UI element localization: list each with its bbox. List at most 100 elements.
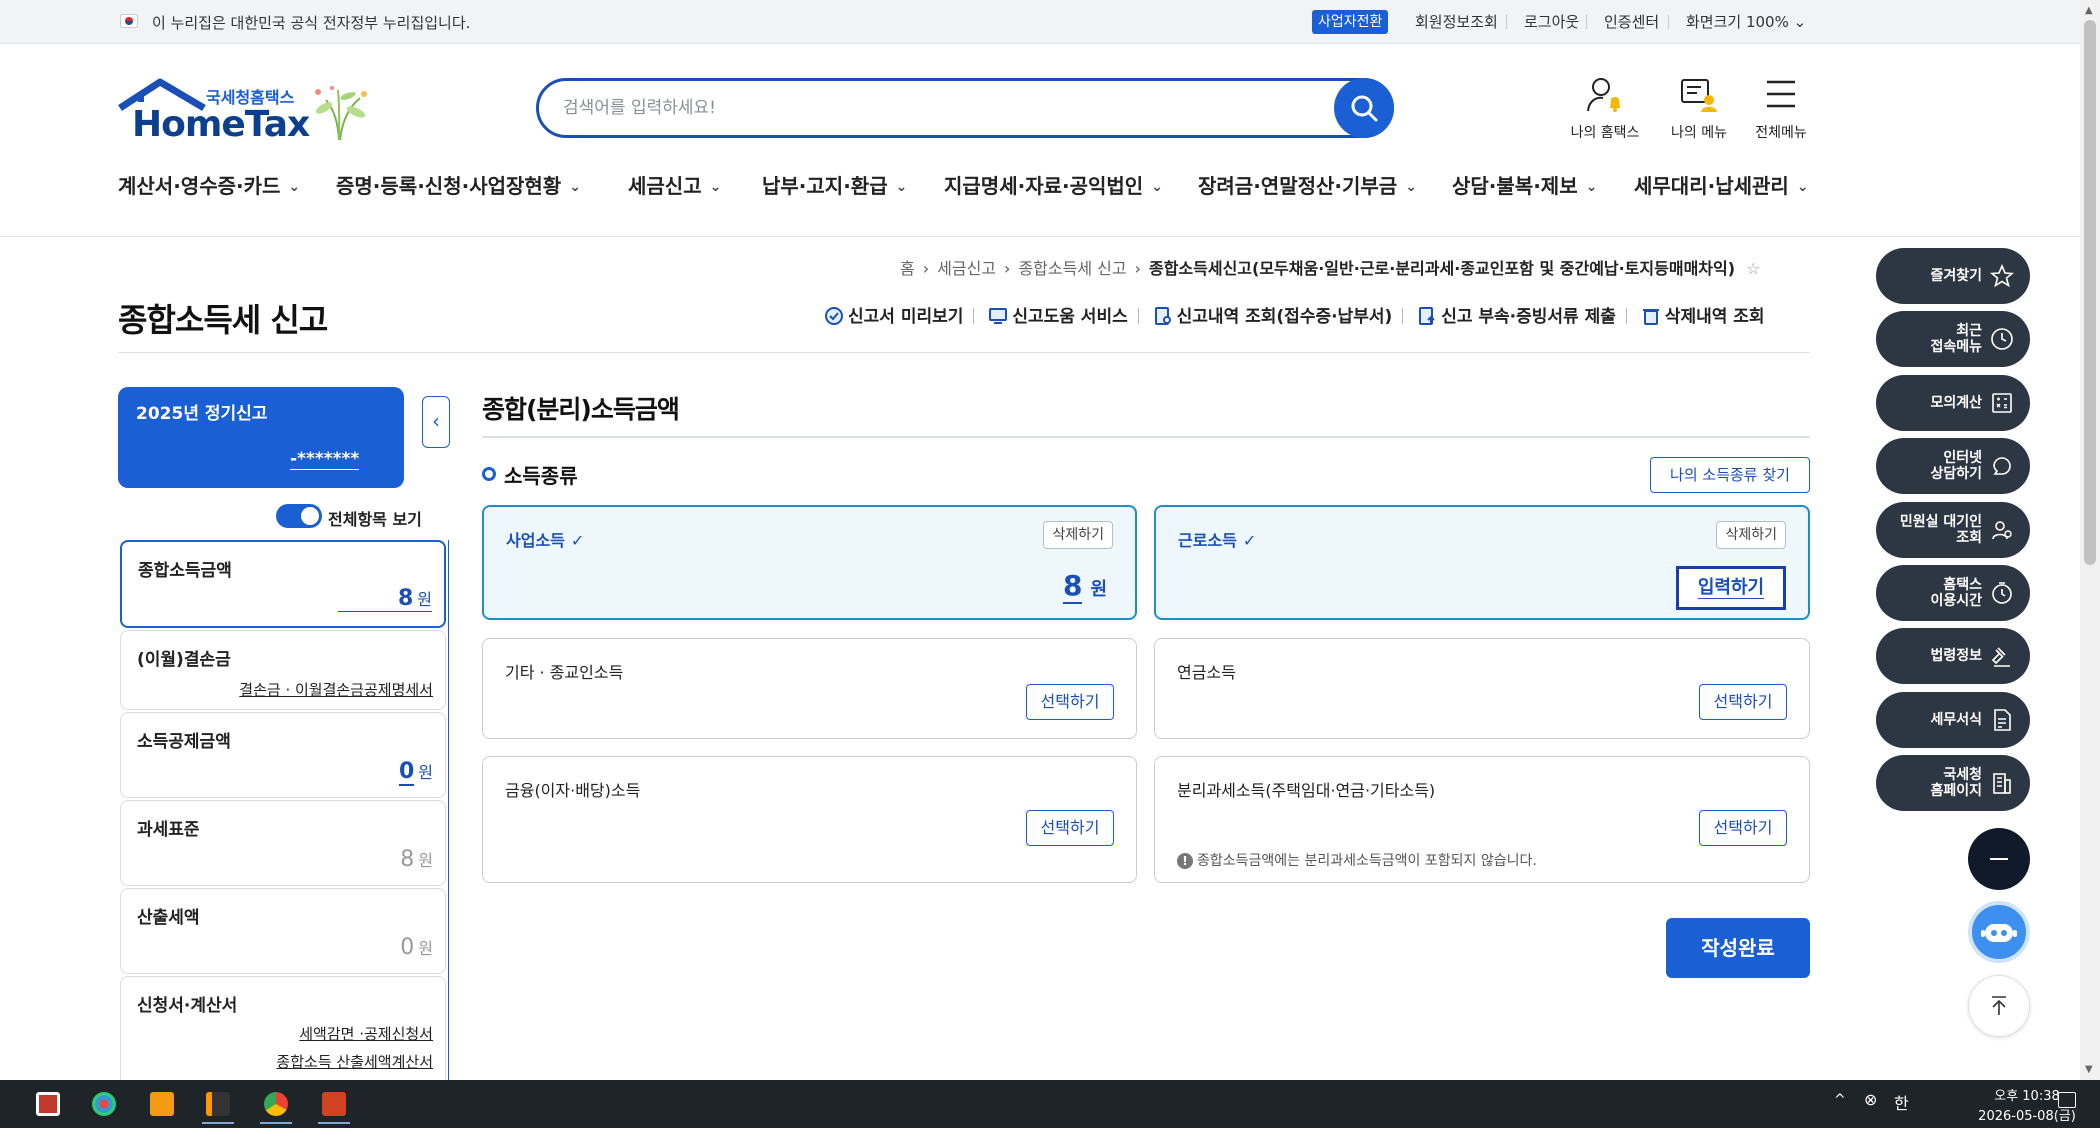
quick-label: 모의계산 (1930, 395, 1982, 411)
scroll-top-button[interactable] (1968, 975, 2030, 1037)
chevron-down-icon: ⌄ (1405, 179, 1417, 195)
logout-link[interactable]: 로그아웃 (1524, 11, 1579, 32)
card-pension-income[interactable]: 연금소득 선택하기 (1154, 638, 1810, 739)
complete-button[interactable]: 작성완료 (1666, 918, 1810, 978)
taskbar-app-1[interactable] (26, 1084, 70, 1124)
select-separate-button[interactable]: 선택하기 (1699, 810, 1787, 846)
active-indicator (318, 1122, 350, 1124)
card-finance-income[interactable]: 금융(이자·배당)소득 선택하기 (482, 756, 1137, 883)
taskbar-app-2[interactable] (82, 1084, 126, 1124)
card-other-income[interactable]: 기타 · 종교인소득 선택하기 (482, 638, 1137, 739)
list-item-deduction[interactable]: 소득공제금액 0원 (120, 712, 446, 798)
delete-wage-button[interactable]: 삭제하기 (1716, 521, 1786, 549)
close-circle-icon[interactable]: ⊗ (1864, 1090, 1877, 1109)
select-finance-button[interactable]: 선택하기 (1026, 810, 1114, 846)
member-info-link[interactable]: 회원정보조회 (1415, 11, 1498, 32)
nav-item-agent[interactable]: 세무대리·납세관리 ⌄ (1634, 170, 1809, 199)
screen-size-select[interactable]: 화면크기 100% ⌄ (1686, 11, 1806, 32)
quick-law-button[interactable]: 법령정보 (1876, 628, 2030, 684)
input-wage-button[interactable]: 입력하기 (1676, 566, 1786, 610)
breadcrumb-level1[interactable]: 세금신고 (937, 259, 996, 278)
hamburger-icon (1767, 80, 1795, 108)
calculation-statement-link[interactable]: 종합소득 산출세액계산서 (276, 1051, 433, 1072)
business-switch-button[interactable]: 사업자전환 (1312, 10, 1389, 34)
list-item-total-income[interactable]: 종합소득금액 8원 (120, 540, 446, 628)
nav-item-invoice[interactable]: 계산서·영수증·카드 ⌄ (118, 170, 300, 199)
nav-item-certificate[interactable]: 증명·등록·신청·사업장현황 ⌄ (336, 170, 581, 199)
ime-icon[interactable]: 한 (1894, 1090, 1909, 1114)
search-button[interactable] (1334, 78, 1394, 138)
quick-consult-button[interactable]: 인터넷 상담하기 (1876, 438, 2030, 494)
star-icon (1990, 264, 2014, 288)
quick-label: 최근 접속메뉴 (1930, 323, 1982, 355)
deleted-history-link[interactable]: 삭제내역 조회 (1641, 302, 1765, 327)
search-input[interactable] (563, 94, 1323, 122)
taskbar-app-powerpoint[interactable] (312, 1084, 356, 1124)
taskbar-app-chrome[interactable] (254, 1084, 298, 1124)
find-income-type-button[interactable]: 나의 소득종류 찾기 (1650, 457, 1810, 493)
scroll-down-arrow-icon[interactable]: ▼ (2085, 1064, 2093, 1075)
nav-item-statement[interactable]: 지급명세·자료·공익법인 ⌄ (944, 170, 1163, 199)
notification-icon[interactable] (2058, 1092, 2076, 1108)
hometax-logo[interactable]: 국세청홈택스 HomeTax (118, 78, 378, 148)
quick-hours-button[interactable]: 홈택스 이용시간 (1876, 565, 2030, 621)
chevron-up-icon[interactable]: ^ (1834, 1092, 1846, 1108)
report-history-link[interactable]: 신고내역 조회(접수증·납부서) (1153, 302, 1392, 327)
delete-business-button[interactable]: 삭제하기 (1043, 521, 1113, 549)
quick-nts-homepage-button[interactable]: 국세청 홈페이지 (1876, 755, 2030, 811)
breadcrumb-level2[interactable]: 종합소득세 신고 (1018, 259, 1126, 278)
quick-favorites-button[interactable]: 즐겨찾기 (1876, 248, 2030, 304)
card-wage-income[interactable]: 근로소득 ✓ 삭제하기 입력하기 (1154, 505, 1810, 620)
list-item-loss[interactable]: (이월)결손금 결손금 · 이월결손금공제명세서 (120, 630, 446, 710)
show-all-toggle[interactable] (276, 504, 322, 528)
my-hometax-button[interactable]: 나의 홈택스 (1560, 76, 1650, 141)
list-item-applications[interactable]: 신청서·계산서 세액감면 ·공제신청서 종합소득 산출세액계산서 (120, 976, 446, 1080)
taskbar-app-3[interactable] (140, 1084, 184, 1124)
breadcrumb-home[interactable]: 홈 (900, 259, 915, 278)
scroll-up-arrow-icon[interactable]: ▲ (2085, 5, 2093, 16)
cert-center-link[interactable]: 인증센터 (1604, 11, 1659, 32)
nav-item-payment[interactable]: 납부·고지·환급 ⌄ (762, 170, 907, 199)
collapse-panel-button[interactable]: ‹ (422, 396, 450, 448)
nav-label: 상담·불복·제보 (1452, 174, 1578, 198)
active-indicator (202, 1122, 234, 1124)
quick-recent-button[interactable]: 최근 접속메뉴 (1876, 311, 2030, 367)
card-title: 기타 · 종교인소득 (505, 663, 624, 682)
taskbar-app-sublime[interactable] (196, 1084, 240, 1124)
business-amount[interactable]: 8원 (1062, 569, 1107, 604)
chatbot-button[interactable] (1968, 901, 2030, 963)
select-pension-button[interactable]: 선택하기 (1699, 684, 1787, 720)
nav-item-incentive[interactable]: 장려금·연말정산·기부금 ⌄ (1198, 170, 1417, 199)
scrollbar[interactable]: ▲ ▼ (2080, 0, 2100, 1080)
quick-label: 법령정보 (1930, 648, 1982, 664)
all-menu-button[interactable]: 전체메뉴 (1736, 76, 1826, 141)
nav-label: 증명·등록·신청·사업장현황 (336, 174, 562, 198)
trash-icon (1642, 309, 1659, 325)
select-other-button[interactable]: 선택하기 (1026, 684, 1114, 720)
divider (1668, 15, 1669, 29)
help-service-link[interactable]: 신고도움 서비스 (988, 302, 1128, 327)
nav-divider (0, 236, 2080, 237)
clock-icon (1991, 328, 2013, 350)
list-item-tax-base[interactable]: 과세표준 8원 (120, 800, 446, 886)
scroll-thumb[interactable] (2084, 20, 2096, 565)
nav-item-tax-report[interactable]: 세금신고 ⌄ (628, 170, 721, 199)
collapse-quick-menu-button[interactable] (1968, 828, 2030, 890)
preview-report-link[interactable]: 신고서 미리보기 (824, 302, 963, 327)
list-item-title: (이월)결손금 (137, 650, 231, 670)
loss-statement-link[interactable]: 결손금 · 이월결손금공제명세서 (239, 679, 433, 700)
nav-item-consult[interactable]: 상담·불복·제보 ⌄ (1452, 170, 1597, 199)
attach-documents-link[interactable]: 신고 부속·증빙서류 제출 (1417, 302, 1616, 327)
list-item-calculated-tax[interactable]: 산출세액 0원 (120, 888, 446, 974)
quick-mock-calc-button[interactable]: 모의계산 (1876, 375, 2030, 431)
quick-forms-button[interactable]: 세무서식 (1876, 692, 2030, 748)
search-icon (1351, 95, 1378, 122)
powerpoint-icon (322, 1092, 346, 1116)
favorite-star-icon[interactable]: ☆ (1746, 259, 1760, 278)
reduction-application-link[interactable]: 세액감면 ·공제신청서 (299, 1023, 433, 1044)
quick-waiting-button[interactable]: 민원실 대기인 조회 (1876, 502, 2030, 558)
card-business-income[interactable]: 사업소득 ✓ 삭제하기 8원 (482, 505, 1137, 620)
card-separate-tax-income[interactable]: 분리과세소득(주택임대·연금·기타소득) 선택하기 ! 종합소득금액에는 분리과세… (1154, 756, 1810, 883)
my-menu-button[interactable]: 나의 메뉴 (1654, 76, 1744, 141)
tool-label: 신고 부속·증빙서류 제출 (1441, 307, 1616, 327)
